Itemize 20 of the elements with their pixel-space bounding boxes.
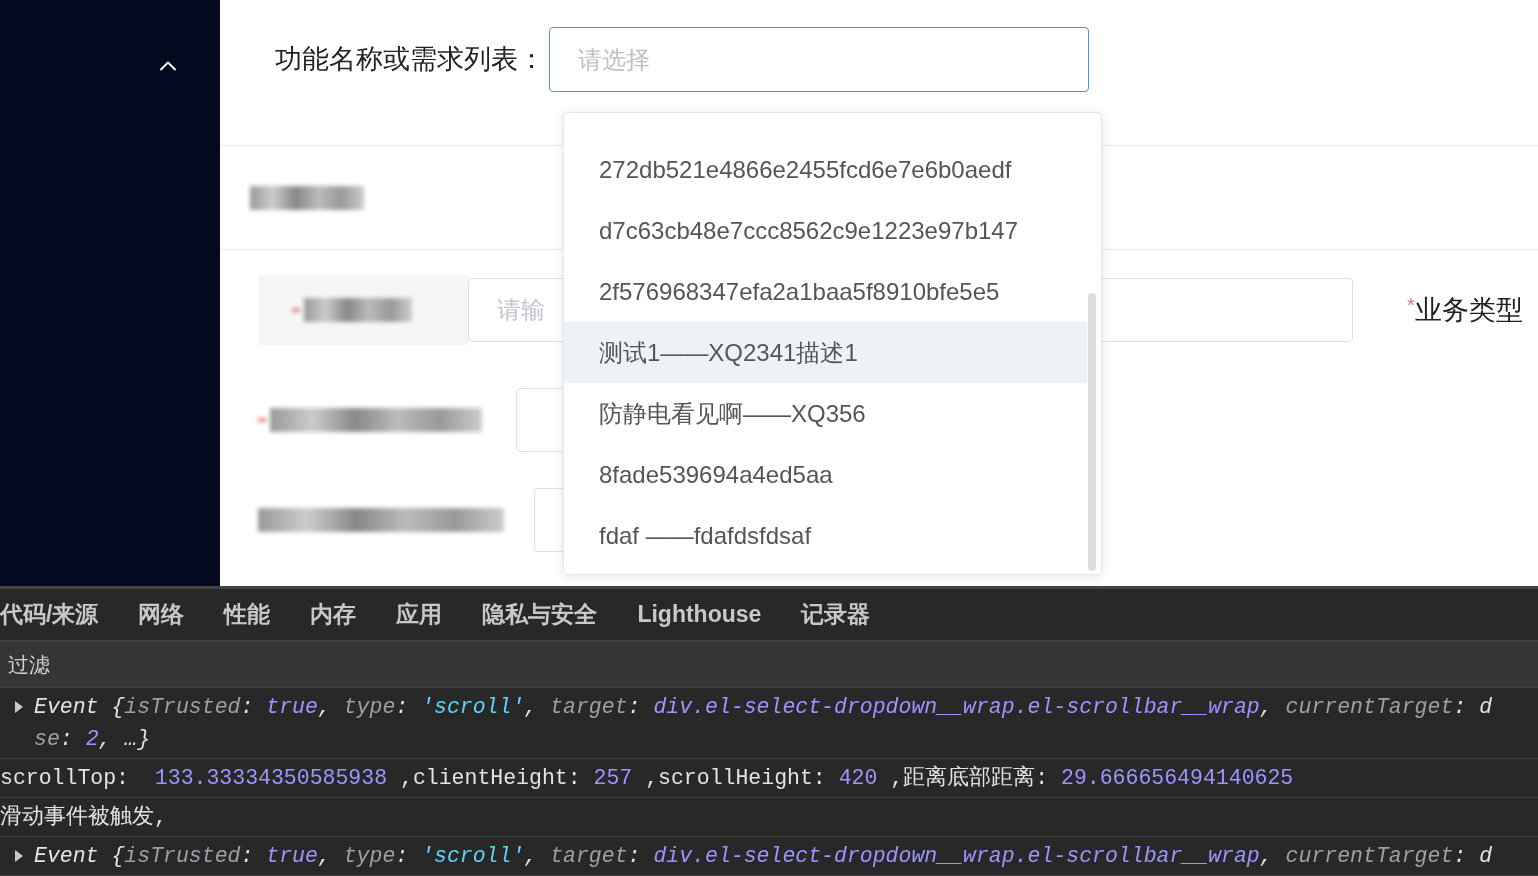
devtools-tab[interactable]: 代码/来源 <box>0 589 119 640</box>
field-label: 功能名称或需求列表： <box>275 43 545 76</box>
expand-arrow-icon[interactable] <box>14 700 24 714</box>
console-object: Event {isTrusted: true, type: 'scroll', target: div.el-select-dropdown__wrap.el-scrollbar__wrap, currentTarget: d <box>34 843 1493 870</box>
devtools-tab[interactable]: 内存 <box>290 589 377 640</box>
devtools-tab[interactable]: 网络 <box>118 589 205 640</box>
scrollbar-thumb[interactable] <box>1088 293 1096 571</box>
console-log: 滑动事件被触发, <box>0 804 167 831</box>
devtools-tab[interactable]: Lighthouse <box>617 589 782 640</box>
devtools-tab[interactable]: 记录器 <box>781 589 891 640</box>
console-object: se: 2, …} <box>34 726 152 753</box>
expand-arrow-icon[interactable] <box>14 849 24 863</box>
filter-field[interactable]: 过滤 <box>8 648 50 681</box>
devtools-tab[interactable]: 性能 <box>204 589 291 640</box>
console-object: Event {isTrusted: true, type: 'scroll', target: div.el-select-dropdown__wrap.el-scrollbar__wrap, currentTarget: d <box>34 694 1493 721</box>
dropdown-option[interactable]: 测试1——XQ2341描述1 <box>564 322 1087 383</box>
business-type-label: *业务类型 <box>1407 292 1523 327</box>
devtools-tab[interactable]: 隐私与安全 <box>462 589 618 640</box>
devtools-tab[interactable]: 应用 <box>376 589 463 640</box>
console-log: scrollTop: 133.33334350585938 ,clientHeight: 257 ,scrollHeight: 420 ,距离底部距离: 29.666656494140625 <box>0 764 1294 792</box>
